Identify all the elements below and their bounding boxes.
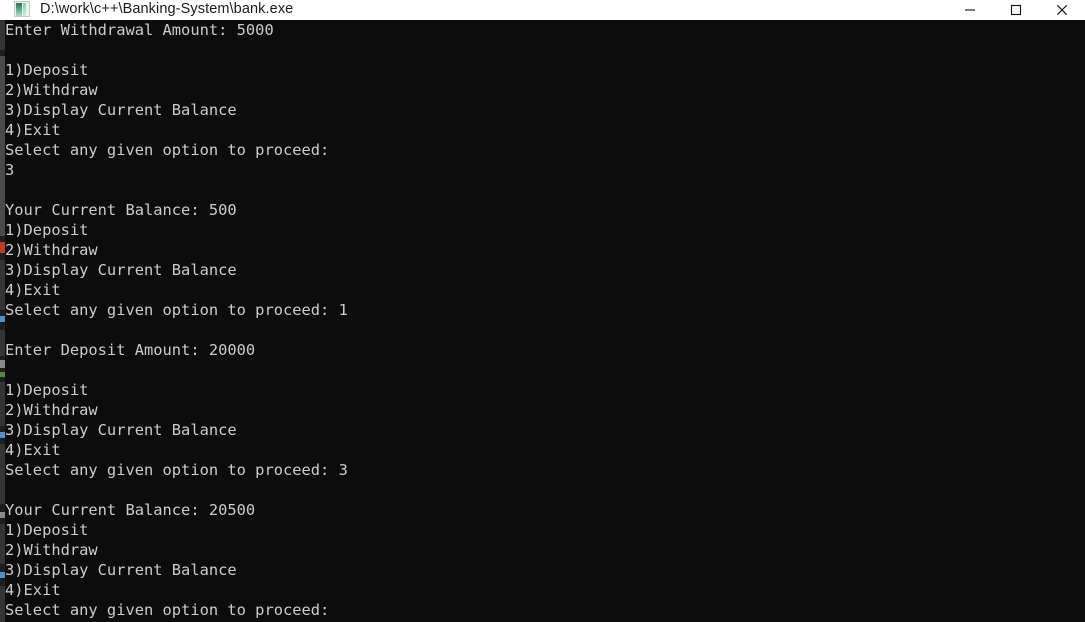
scrollbar-marker-error — [0, 242, 5, 253]
console-window: D:\work\c++\Banking-System\bank.exe Ente… — [0, 0, 1085, 622]
console-line: 3)Display Current Balance — [5, 101, 237, 119]
console-line: Enter Withdrawal Amount: 5000 — [5, 21, 274, 39]
console-text: Enter Withdrawal Amount: 5000 1)Deposit 2… — [5, 20, 1085, 620]
console-line: 3)Display Current Balance — [5, 261, 237, 279]
console-line: Your Current Balance: 20500 — [5, 501, 256, 519]
console-line: 2)Withdraw — [5, 241, 98, 259]
minimize-icon — [965, 9, 975, 11]
console-line: Select any given option to proceed: — [5, 141, 330, 159]
maximize-icon — [1010, 4, 1022, 16]
minimap-segment — [0, 586, 5, 622]
console-line: Select any given option to proceed: 1 — [5, 301, 348, 319]
editor-scrollbar-thumb[interactable] — [0, 56, 5, 236]
console-line: 1)Deposit — [5, 381, 89, 399]
title-bar[interactable]: D:\work\c++\Banking-System\bank.exe — [0, 0, 1085, 20]
console-line: 2)Withdraw — [5, 541, 98, 559]
scrollbar-marker-added — [0, 372, 5, 377]
minimap-segment — [0, 382, 5, 426]
scrollbar-marker-selection — [0, 316, 5, 322]
background-window-edge — [0, 0, 5, 622]
minimap-segment — [0, 444, 5, 504]
console-line: 1)Deposit — [5, 521, 89, 539]
console-line: 3)Display Current Balance — [5, 561, 237, 579]
console-line: 4)Exit — [5, 441, 61, 459]
editor-scrollbar-track[interactable] — [0, 20, 5, 622]
minimize-button[interactable] — [947, 0, 993, 20]
console-line: 1)Deposit — [5, 61, 89, 79]
scrollbar-marker-neutral — [0, 512, 5, 518]
window-controls — [947, 0, 1085, 20]
console-line: Select any given option to proceed: — [5, 601, 330, 619]
minimap-segment — [0, 260, 5, 310]
maximize-button[interactable] — [993, 0, 1039, 20]
console-line: Your Current Balance: 500 — [5, 201, 237, 219]
console-line: 4)Exit — [5, 121, 61, 139]
title-bar-left: D:\work\c++\Banking-System\bank.exe — [0, 0, 293, 20]
scrollbar-marker-selection — [0, 572, 5, 578]
console-line: 4)Exit — [5, 581, 61, 599]
minimap-segment — [0, 20, 5, 50]
close-icon — [1056, 4, 1068, 16]
console-app-icon — [14, 1, 30, 17]
console-line: 1)Deposit — [5, 221, 89, 239]
console-output-area[interactable]: Enter Withdrawal Amount: 5000 1)Deposit 2… — [0, 20, 1085, 622]
console-line: Enter Deposit Amount: 20000 — [5, 341, 256, 359]
scrollbar-marker-neutral — [0, 360, 5, 368]
console-line: 2)Withdraw — [5, 81, 98, 99]
scrollbar-marker-selection — [0, 432, 5, 438]
console-line: 3)Display Current Balance — [5, 421, 237, 439]
close-button[interactable] — [1039, 0, 1085, 20]
window-title: D:\work\c++\Banking-System\bank.exe — [40, 1, 294, 17]
console-line: 2)Withdraw — [5, 401, 98, 419]
console-line: 4)Exit — [5, 281, 61, 299]
minimap-segment — [0, 524, 5, 564]
console-line: Select any given option to proceed: 3 — [5, 461, 348, 479]
console-line: 3 — [5, 161, 15, 179]
minimap-segment — [0, 330, 5, 356]
